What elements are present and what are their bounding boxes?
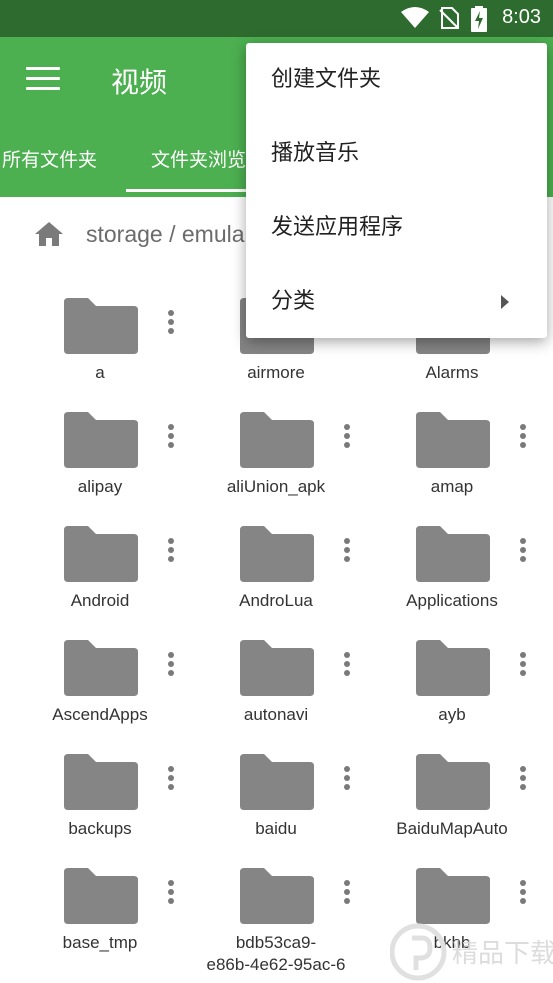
folder-name: Android (70, 591, 130, 610)
watermark-logo: 精品下载 (390, 923, 553, 981)
folder-name: airmore (247, 363, 305, 382)
home-icon[interactable] (34, 221, 64, 247)
folder-icon (64, 298, 138, 354)
folder-item[interactable]: ayb (352, 622, 536, 736)
folder-item[interactable]: Applications (352, 508, 536, 622)
menu-item-play-music[interactable]: 播放音乐 (246, 117, 547, 191)
folder-icon (240, 526, 314, 582)
folder-icon (240, 640, 314, 696)
more-options-icon[interactable] (516, 766, 530, 796)
tab-selected-indicator (126, 189, 266, 192)
folder-icon (416, 868, 490, 924)
menu-item-send-app[interactable]: 发送应用程序 (246, 191, 547, 265)
folder-icon (64, 754, 138, 810)
folder-icon (64, 526, 138, 582)
folder-icon (416, 412, 490, 468)
folder-icon (240, 412, 314, 468)
folder-name: baidu (255, 819, 297, 838)
status-bar: 8:03 (0, 0, 553, 37)
folder-icon (416, 754, 490, 810)
breadcrumb-path[interactable]: storage / emula (86, 221, 245, 248)
folder-item[interactable]: bdb53ca9- e86b-4e62-95ac-6 (176, 850, 360, 974)
folder-icon (416, 640, 490, 696)
more-options-icon[interactable] (516, 880, 530, 910)
folder-item[interactable]: AndroLua (176, 508, 360, 622)
folder-item[interactable]: baidu (176, 736, 360, 850)
folder-item[interactable]: aliUnion_apk (176, 394, 360, 508)
battery-charging-icon (471, 6, 487, 32)
folder-item[interactable]: AscendApps (0, 622, 184, 736)
menu-item-label: 创建文件夹 (271, 67, 382, 92)
folder-name: aliUnion_apk (226, 477, 326, 496)
tab-all-folders[interactable]: 所有文件夹 (2, 145, 97, 172)
folder-name: alipay (77, 477, 123, 496)
menu-item-label: 播放音乐 (271, 141, 360, 166)
folder-icon (64, 640, 138, 696)
app-title: 视频 (111, 66, 168, 99)
menu-item-label: 分类 (271, 289, 316, 314)
menu-item-label: 发送应用程序 (271, 215, 404, 240)
folder-name: ayb (438, 705, 466, 724)
folder-name: amap (430, 477, 474, 496)
more-options-icon[interactable] (516, 538, 530, 568)
wifi-icon (401, 7, 429, 28)
folder-name: backups (68, 819, 132, 838)
folder-icon (64, 868, 138, 924)
folder-icon (240, 868, 314, 924)
folder-name: BaiduMapAuto (396, 819, 508, 838)
folder-name: autonavi (243, 705, 309, 724)
more-options-icon[interactable] (516, 652, 530, 682)
folder-name: bdb53ca9- e86b-4e62-95ac-6 (206, 933, 346, 974)
menu-item-create-folder[interactable]: 创建文件夹 (246, 43, 547, 117)
folder-icon (416, 526, 490, 582)
folder-item[interactable]: backups (0, 736, 184, 850)
hamburger-menu-icon[interactable] (26, 67, 60, 93)
folder-name: Applications (406, 591, 498, 610)
folder-item[interactable]: a (0, 280, 184, 394)
folder-item[interactable]: amap (352, 394, 536, 508)
folder-name: a (95, 363, 105, 382)
overflow-popup-menu: 创建文件夹 播放音乐 发送应用程序 分类 (246, 43, 547, 338)
more-options-icon[interactable] (516, 424, 530, 454)
folder-icon (64, 412, 138, 468)
folder-item[interactable]: alipay (0, 394, 184, 508)
folder-name: AndroLua (239, 591, 313, 610)
folder-icon (240, 754, 314, 810)
submenu-arrow-icon (501, 295, 509, 309)
tab-folder-browse[interactable]: 文件夹浏览 (151, 145, 246, 172)
folder-name: Alarms (425, 363, 479, 382)
folder-item[interactable]: autonavi (176, 622, 360, 736)
folder-item[interactable]: base_tmp (0, 850, 184, 964)
folder-name: AscendApps (52, 705, 148, 724)
no-sim-icon (439, 7, 459, 29)
svg-text:精品下载: 精品下载 (452, 939, 553, 969)
clock-time: 8:03 (502, 6, 541, 28)
folder-item[interactable]: Android (0, 508, 184, 622)
menu-item-category[interactable]: 分类 (246, 265, 547, 339)
folder-item[interactable]: BaiduMapAuto (352, 736, 536, 850)
folder-name: base_tmp (62, 933, 138, 952)
